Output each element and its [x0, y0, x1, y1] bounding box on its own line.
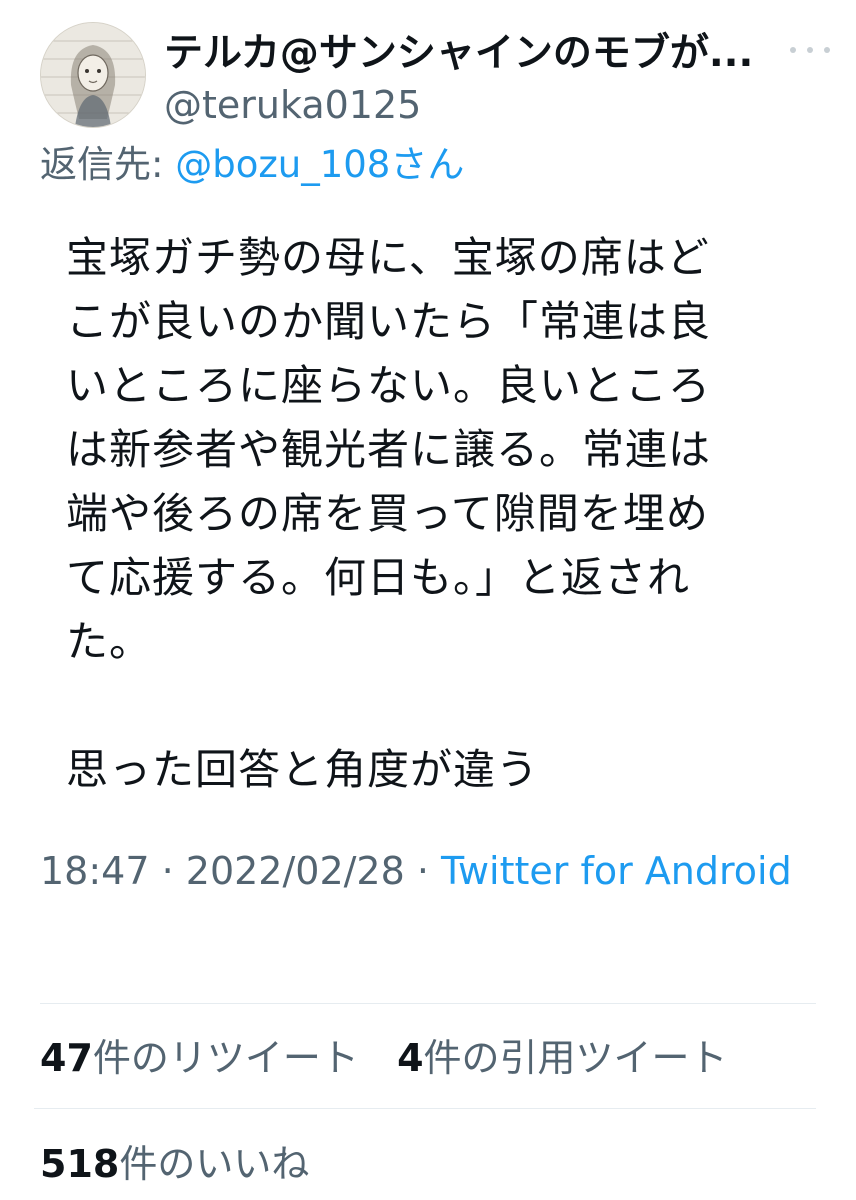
retweet-quote-stats: 47件のリツイート 4件の引用ツイート — [40, 1032, 728, 1084]
tweet-time[interactable]: 18:47 — [40, 849, 150, 893]
retweet-label: 件のリツイート — [92, 1036, 359, 1080]
like-count: 518 — [40, 1142, 120, 1186]
tweet-line: て応援する。何日も。」と返され — [66, 553, 691, 602]
reply-to: 返信先: @bozu_108さん — [40, 140, 464, 190]
reply-prefix: 返信先: — [40, 143, 176, 186]
reply-target-link[interactable]: @bozu_108さん — [175, 143, 464, 186]
user-handle[interactable]: @teruka0125 — [164, 80, 421, 130]
tweet-header: テルカ@サンシャインのモブが... @teruka0125 — [40, 22, 830, 132]
tweet-line: た。 — [66, 617, 153, 666]
retweet-count: 47 — [40, 1036, 93, 1080]
more-options-icon[interactable] — [790, 40, 830, 60]
tweet-line: 宝塚ガチ勢の母に、宝塚の席はど — [66, 233, 710, 282]
likes-stats[interactable]: 518件のいいね — [40, 1138, 309, 1190]
quote-count: 4 — [397, 1036, 424, 1080]
tweet-line: こが良いのか聞いたら「常連は良 — [66, 297, 712, 346]
meta-separator: · — [404, 849, 442, 893]
quote-label: 件の引用ツイート — [423, 1036, 728, 1080]
retweets-stat[interactable]: 47件のリツイート — [40, 1036, 359, 1080]
meta-separator: · — [149, 849, 186, 893]
more-dot — [790, 47, 796, 53]
more-dot — [807, 47, 813, 53]
tweet-line: 端や後ろの席を買って隙間を埋め — [66, 489, 709, 538]
tweet-date[interactable]: 2022/02/28 — [186, 849, 405, 893]
tweet-source-link[interactable]: Twitter for Android — [441, 849, 792, 893]
quotes-stat[interactable]: 4件の引用ツイート — [397, 1036, 727, 1080]
tweet-line: いところに座らない。良いところ — [66, 361, 712, 410]
tweet-text: 宝塚ガチ勢の母に、宝塚の席はど こが良いのか聞いたら「常連は良 いところに座らな… — [66, 226, 796, 802]
avatar-illustration-icon — [41, 23, 145, 127]
tweet-closing-line: 思った回答と角度が違う — [66, 745, 540, 794]
divider — [34, 1108, 816, 1109]
more-dot — [824, 47, 830, 53]
tweet-line: は新参者や観光者に譲る。常連は — [66, 425, 712, 474]
tweet-meta: 18:47 · 2022/02/28 · Twitter for Android — [40, 834, 800, 908]
display-name[interactable]: テルカ@サンシャインのモブが... — [164, 28, 774, 80]
divider — [40, 1003, 816, 1004]
avatar[interactable] — [40, 22, 146, 128]
like-label: 件のいいね — [119, 1142, 310, 1186]
